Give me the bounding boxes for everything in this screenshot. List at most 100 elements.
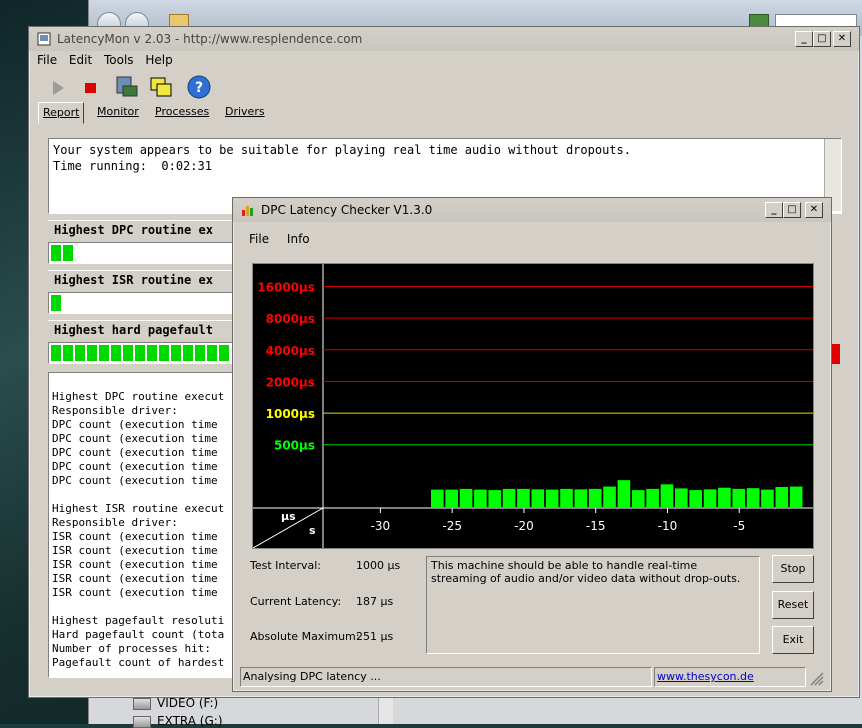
gauge-segment xyxy=(87,345,99,361)
resize-grip-icon[interactable] xyxy=(810,672,824,686)
log-line: DPC count (execution time xyxy=(52,460,218,473)
minimize-button[interactable]: _ xyxy=(765,202,783,218)
log-line: Pagefault count of hardest xyxy=(52,656,225,669)
website-link[interactable]: www.thesycon.de xyxy=(657,670,754,683)
gauge-segment xyxy=(111,345,123,361)
y-tick-label: 8000µs xyxy=(266,312,315,326)
app-icon xyxy=(37,32,51,46)
exit-button[interactable]: Exit xyxy=(772,626,814,654)
gauge-segment xyxy=(123,345,135,361)
gauge-segment xyxy=(171,345,183,361)
latency-bar xyxy=(588,488,602,508)
tab-report[interactable]: Report xyxy=(38,102,85,124)
y-tick-label: 2000µs xyxy=(266,375,315,389)
log-line: ISR count (execution time xyxy=(52,558,218,571)
isr-gauge xyxy=(48,292,234,314)
y-tick-label: 500µs xyxy=(274,439,315,453)
status-bar: Analysing DPC latency ... www.thesycon.d… xyxy=(240,667,806,687)
section-isr-header: Highest ISR routine ex xyxy=(48,270,234,289)
gauge-segment xyxy=(75,345,87,361)
maximize-button[interactable]: □ xyxy=(813,31,831,47)
log-line: Highest DPC routine execut xyxy=(52,390,225,403)
latency-bar xyxy=(488,490,502,508)
log-line: ISR count (execution time xyxy=(52,530,218,543)
svg-text:?: ? xyxy=(195,80,203,96)
gauge-segment xyxy=(51,295,63,311)
message-box: This machine should be able to handle re… xyxy=(426,556,760,654)
latency-bar xyxy=(689,490,702,508)
summary-text: Your system appears to be suitable for p… xyxy=(53,143,631,157)
tools-icon[interactable] xyxy=(114,74,142,100)
tab-processes[interactable]: Processes xyxy=(155,102,209,122)
latency-bar xyxy=(775,487,789,508)
y-tick-label: 1000µs xyxy=(266,407,315,421)
gauge-segment xyxy=(183,345,195,361)
section-dpc-header: Highest DPC routine ex xyxy=(48,220,234,239)
latency-bar xyxy=(517,488,530,508)
x-tick-label: -20 xyxy=(514,519,534,533)
status-panel: Analysing DPC latency ... xyxy=(240,667,652,687)
latency-bar xyxy=(718,487,731,508)
close-button[interactable]: ✕ xyxy=(833,31,851,47)
log-line: Highest pagefault resoluti xyxy=(52,614,225,627)
gauge-segment xyxy=(135,345,147,361)
status-text: Analysing DPC latency ... xyxy=(243,670,381,683)
latency-bar xyxy=(646,488,659,508)
latency-bar xyxy=(660,484,674,508)
latency-bar xyxy=(445,489,458,508)
menu-tools[interactable]: Tools xyxy=(104,53,134,67)
close-button[interactable]: ✕ xyxy=(805,202,823,218)
log-line: DPC count (execution time xyxy=(52,418,218,431)
latency-bar xyxy=(617,480,631,508)
drive-item[interactable]: EXTRA (G:) xyxy=(133,714,223,728)
link-panel: www.thesycon.de xyxy=(654,667,806,687)
log-line: Responsible driver: xyxy=(52,404,178,417)
x-tick-label: -30 xyxy=(371,519,391,533)
current-latency-value: 187 µs xyxy=(356,595,394,608)
tab-monitor[interactable]: Monitor xyxy=(97,102,139,122)
time-running-text: Time running: 0:02:31 xyxy=(53,159,212,173)
windows-icon[interactable] xyxy=(148,74,176,100)
help-icon[interactable]: ? xyxy=(186,74,212,100)
gauge-segment xyxy=(51,345,63,361)
dpc-gauge xyxy=(48,242,234,264)
gauge-segment xyxy=(63,345,75,361)
menu-file[interactable]: File xyxy=(37,53,57,67)
tab-drivers[interactable]: Drivers xyxy=(225,102,265,122)
log-line: Number of processes hit: xyxy=(52,642,211,655)
menu-info[interactable]: Info xyxy=(287,232,310,246)
latency-bar xyxy=(531,489,545,508)
stop-icon[interactable] xyxy=(78,76,104,100)
menubar: File Edit Tools Help xyxy=(29,53,859,71)
latency-bar xyxy=(545,489,559,508)
menu-file[interactable]: File xyxy=(249,232,269,246)
menu-help[interactable]: Help xyxy=(145,53,172,67)
reset-button[interactable]: Reset xyxy=(772,591,814,619)
gauge-segment xyxy=(195,345,207,361)
dpc-titlebar[interactable]: DPC Latency Checker V1.3.0 _ □ ✕ xyxy=(233,198,831,222)
gauge-segment xyxy=(99,345,111,361)
absolute-max-label: Absolute Maximum: xyxy=(250,630,360,643)
x-tick-label: -10 xyxy=(658,519,678,533)
latencymon-titlebar[interactable]: LatencyMon v 2.03 - http://www.resplende… xyxy=(29,27,859,51)
maximize-button[interactable]: □ xyxy=(783,202,801,218)
drive-item[interactable]: VIDEO (F:) xyxy=(133,696,218,710)
latency-bar xyxy=(789,486,803,508)
latency-bar xyxy=(459,488,473,508)
latency-bar xyxy=(631,490,645,508)
stop-button[interactable]: Stop xyxy=(772,555,814,583)
latency-bar xyxy=(675,488,688,508)
y-tick-label: 4000µs xyxy=(266,344,315,358)
play-icon[interactable] xyxy=(44,76,70,100)
minimize-button[interactable]: _ xyxy=(795,31,813,47)
y-unit-label: µs xyxy=(281,510,296,523)
menu-edit[interactable]: Edit xyxy=(69,53,92,67)
log-line: ISR count (execution time xyxy=(52,544,218,557)
latency-bar xyxy=(761,489,774,508)
chart-icon xyxy=(242,206,253,216)
latency-bar xyxy=(603,486,616,508)
latency-bar xyxy=(502,488,516,508)
latency-bar xyxy=(574,489,588,508)
gauge-segment xyxy=(219,345,231,361)
log-line: Hard pagefault count (tota xyxy=(52,628,225,641)
